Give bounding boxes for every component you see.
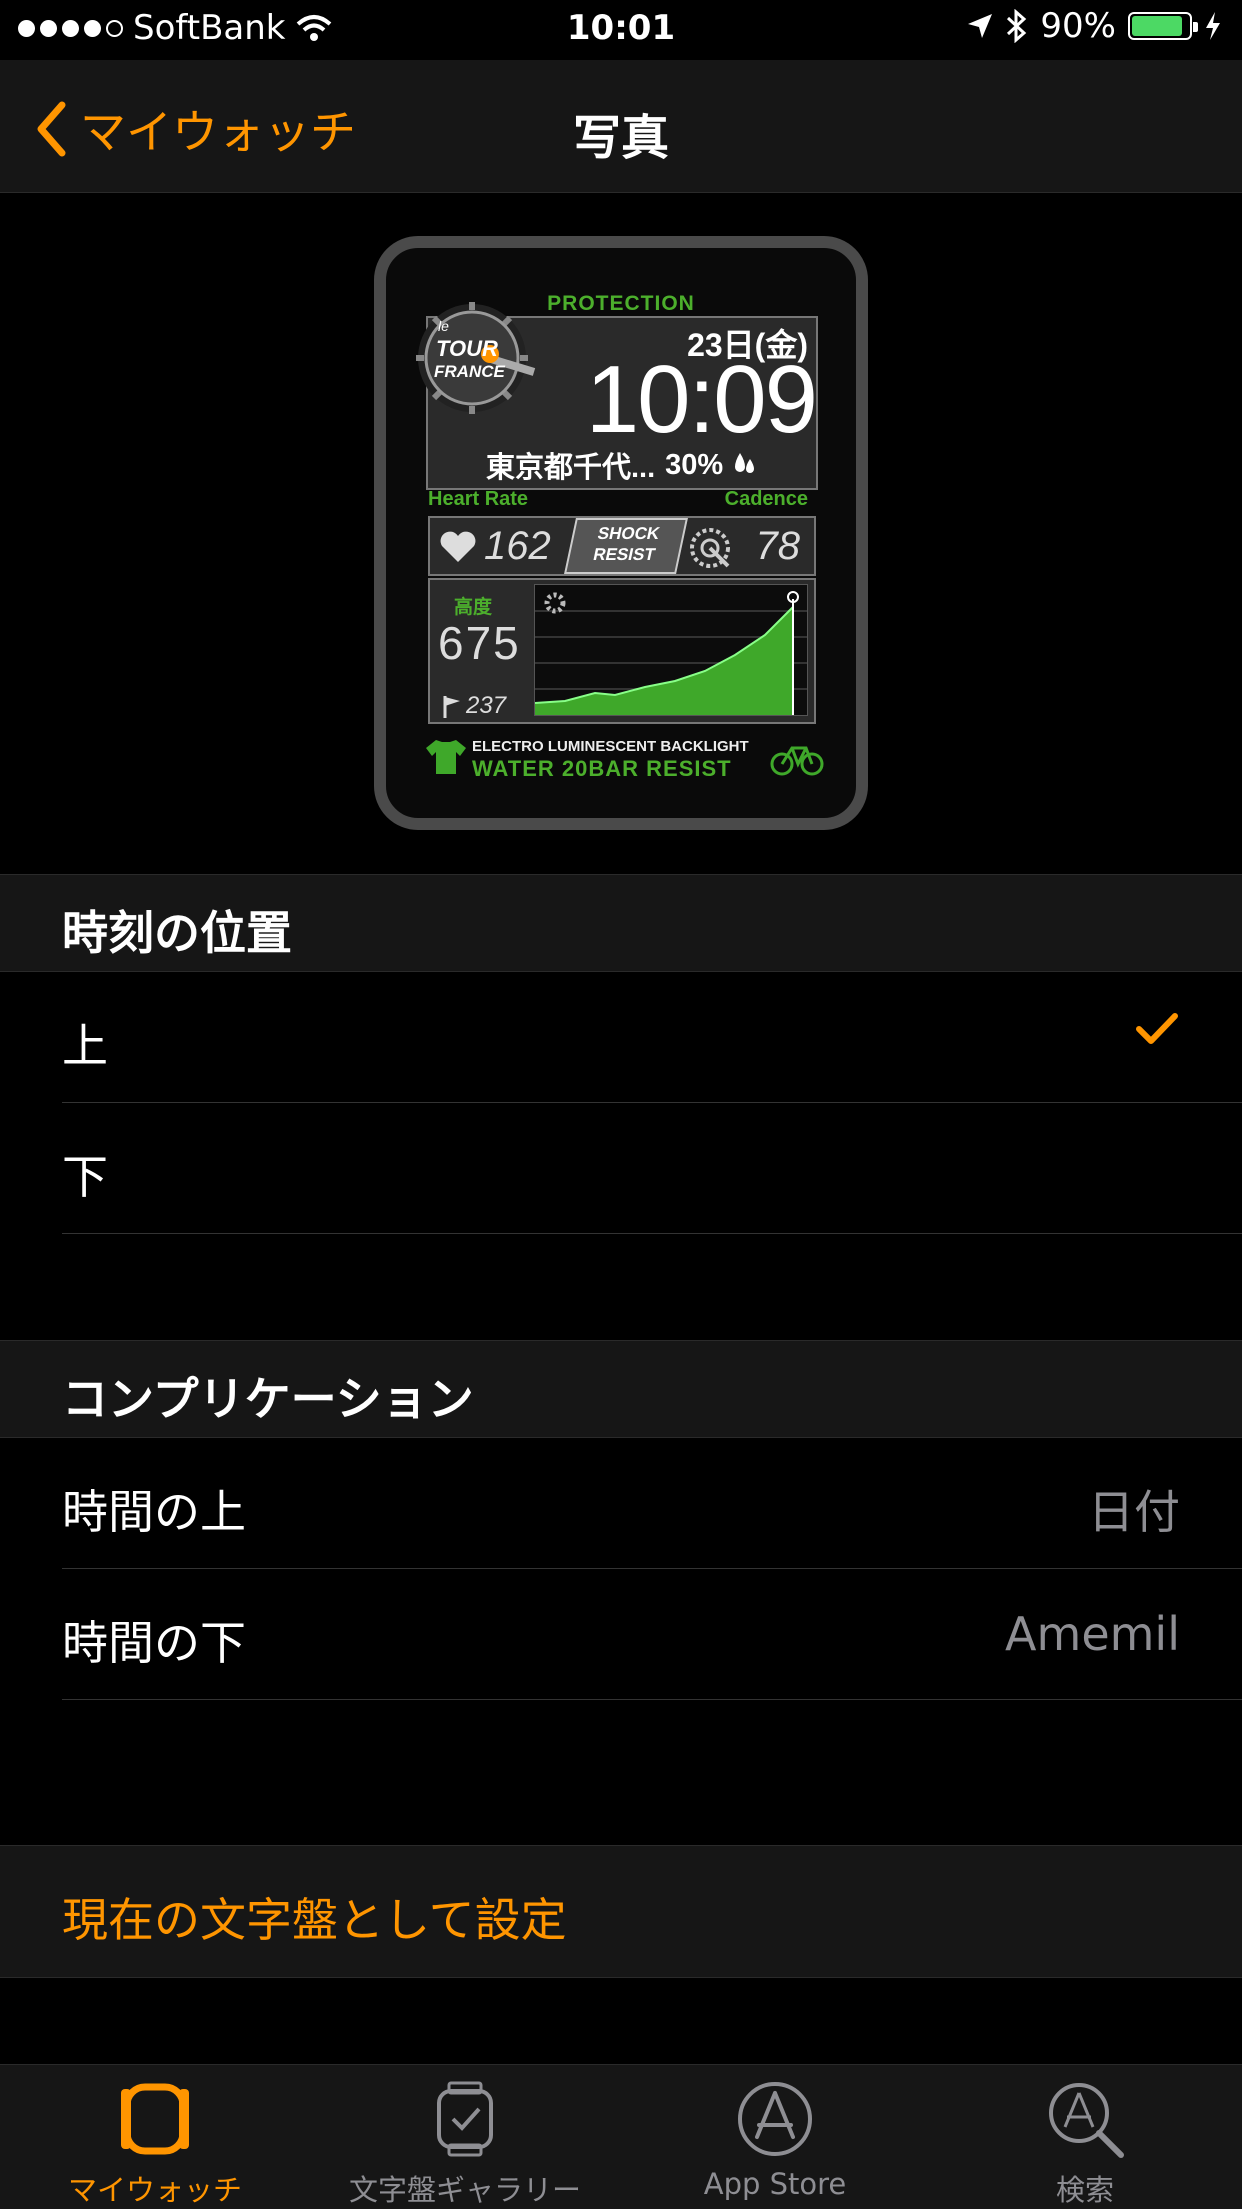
section-title-time-position: 時刻の位置	[62, 906, 292, 960]
location-arrow-icon	[968, 14, 993, 38]
tab-search[interactable]: 検索	[930, 2065, 1240, 2209]
checkmark-icon	[1136, 1013, 1178, 1044]
complication-value-below: Amemil	[1005, 1607, 1180, 1661]
complication-label-below: 時間の下	[62, 1616, 246, 1670]
status-right: 90%	[966, 6, 1222, 46]
chainring-icon	[690, 528, 730, 568]
option-row-bottom[interactable]: 下	[0, 1103, 1242, 1234]
option-label-top: 上	[62, 1019, 108, 1073]
navigation-bar: マイウォッチ 写真	[0, 60, 1242, 193]
watch-time: 10:09	[585, 346, 818, 453]
watch-location: 東京都千代...	[486, 452, 656, 484]
logo-text-2: TOUR	[436, 336, 498, 361]
status-bar: SoftBank 10:01 90%	[0, 0, 1242, 60]
tab-app-store[interactable]: App Store	[620, 2065, 930, 2209]
tab-my-watch[interactable]: マイウォッチ	[0, 2065, 310, 2209]
water-resist-text: WATER 20BAR RESIST	[472, 756, 732, 781]
option-label-bottom: 下	[62, 1150, 108, 1204]
charging-bolt-icon	[1206, 12, 1220, 40]
bluetooth-icon	[1007, 9, 1027, 43]
heart-rate-label: Heart Rate	[428, 488, 529, 510]
heart-rate-value: 162	[484, 524, 551, 568]
altitude-label: 高度	[454, 597, 493, 618]
tab-label-my-watch: マイウォッチ	[67, 2173, 242, 2207]
battery-percent: 90%	[1040, 6, 1116, 46]
section-header-complications: コンプリケーション	[0, 1340, 1242, 1438]
cadence-value: 78	[755, 524, 801, 568]
watch-face-gallery-icon	[437, 2081, 493, 2157]
search-icon	[1049, 2083, 1124, 2158]
complication-label-above: 時間の上	[62, 1485, 246, 1539]
section-title-complications: コンプリケーション	[62, 1372, 474, 1426]
cadence-label: Cadence	[724, 488, 808, 510]
tour-de-france-logo: le TOUR FRANCE	[416, 300, 536, 420]
watch-humidity: 30%	[665, 448, 724, 481]
tab-label-face-gallery: 文字盤ギャラリー	[348, 2173, 581, 2207]
watch-icon	[121, 2083, 189, 2155]
shock-text: SHOCK	[595, 524, 662, 543]
complication-row-below[interactable]: 時間の下 Amemil	[0, 1569, 1242, 1700]
page-title: 写真	[572, 110, 669, 166]
resist-text: RESIST	[591, 545, 657, 564]
option-row-top[interactable]: 上	[0, 972, 1242, 1103]
watch-weather-row: 東京都千代... 30%	[486, 444, 757, 486]
tab-bar: マイウォッチ 文字盤ギャラリー App Store 検索	[0, 2064, 1242, 2209]
flag-icon	[443, 696, 460, 718]
tab-face-gallery[interactable]: 文字盤ギャラリー	[310, 2065, 620, 2209]
watch-face-preview: PROTECTION le TOUR FRANCE 23日(金) 10:09 東…	[374, 236, 868, 830]
tab-label-search: 検索	[1055, 2173, 1114, 2207]
section-header-time-position: 時刻の位置	[0, 874, 1242, 972]
logo-text-1: le	[438, 318, 449, 334]
tab-label-app-store: App Store	[703, 2167, 847, 2201]
elevation-chart	[534, 584, 808, 716]
jersey-icon	[426, 740, 466, 774]
logo-text-3: FRANCE	[434, 362, 505, 381]
shock-resist-badge: SHOCK RESIST	[564, 518, 688, 574]
altitude-value: 675	[438, 617, 521, 669]
battery-icon	[1128, 12, 1198, 40]
app-store-icon	[738, 2082, 812, 2156]
water-drop-icon	[735, 453, 755, 473]
flag-value: 237	[466, 692, 507, 719]
set-as-current-face-label: 現在の文字盤として設定	[62, 1893, 567, 1947]
complication-row-above[interactable]: 時間の上 日付	[0, 1438, 1242, 1569]
bicycle-icon	[770, 746, 824, 776]
set-as-current-face-button[interactable]: 現在の文字盤として設定	[0, 1845, 1242, 1978]
complication-value-above: 日付	[1088, 1485, 1180, 1539]
heart-icon	[440, 531, 476, 562]
backlight-text: ELECTRO LUMINESCENT BACKLIGHT	[472, 738, 749, 755]
